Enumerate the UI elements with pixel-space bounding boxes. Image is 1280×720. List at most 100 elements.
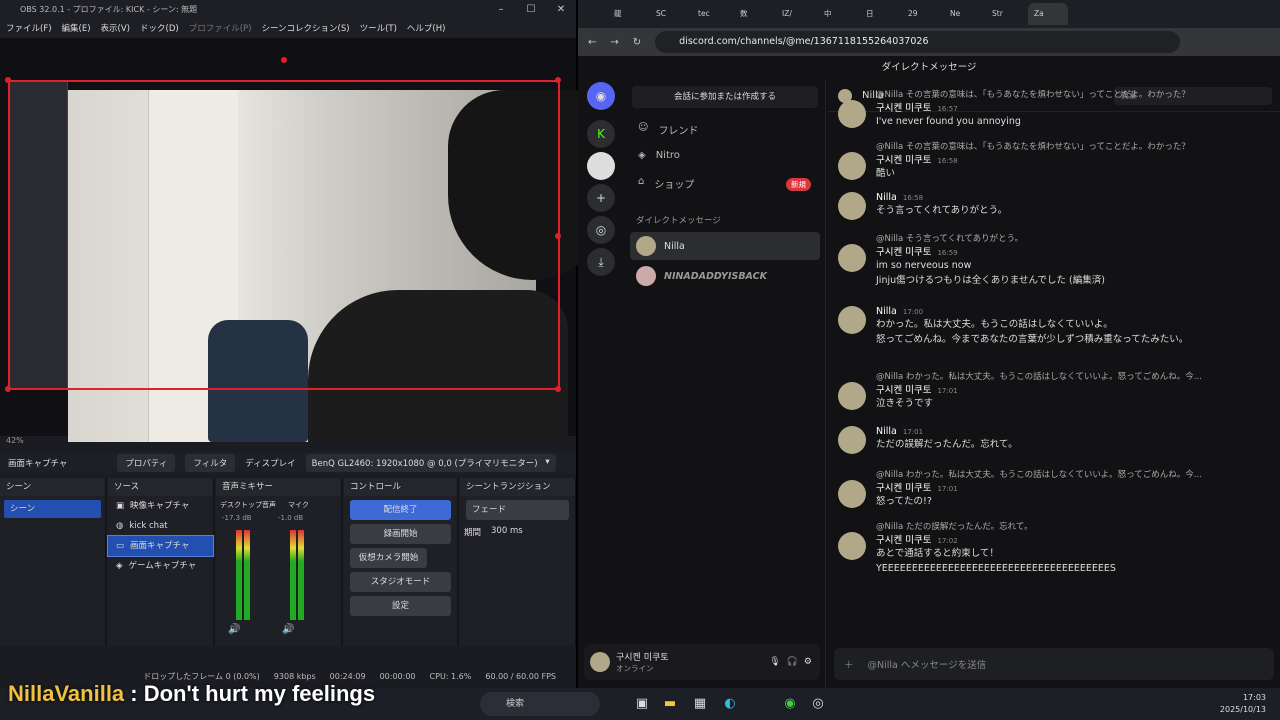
- find-conversation-button[interactable]: 会話に参加または作成する: [632, 86, 818, 108]
- forward-icon[interactable]: →: [610, 37, 618, 48]
- chat-message[interactable]: @Nilla ただの誤解だったんだ。忘れて。 구시켄 미쿠토 17:02 あとで通話す…: [838, 520, 1268, 576]
- edge-icon[interactable]: ◐: [720, 694, 740, 714]
- reply-preview[interactable]: @Nilla その言葉の意味は、「もうあなたを煩わせない」ってことだよ。わかった…: [838, 140, 1268, 152]
- chrome-icon[interactable]: ◉: [780, 694, 800, 714]
- download-icon[interactable]: ⤓: [587, 248, 615, 276]
- author-name[interactable]: Nilla: [876, 306, 897, 317]
- avatar[interactable]: [838, 152, 866, 180]
- avatar[interactable]: [838, 382, 866, 410]
- tab[interactable]: 数: [734, 3, 774, 25]
- chat-message[interactable]: Nilla 17:01 ただの誤解だったんだ。忘れて。: [838, 426, 1268, 454]
- tab[interactable]: 中: [818, 3, 858, 25]
- author-name[interactable]: 구시켄 미쿠토: [876, 480, 931, 494]
- duration-input[interactable]: 300 ms: [491, 526, 523, 538]
- speaker-icon[interactable]: 🔊: [282, 624, 294, 635]
- maximize-button[interactable]: ☐: [516, 0, 546, 20]
- menu-profile[interactable]: プロファイル(P): [189, 20, 252, 38]
- chat-message[interactable]: Nilla 17:00 わかった。私は大丈夫。もうこの話はしなくていいよ。 怒ってごめ…: [838, 306, 1268, 347]
- zoom-level[interactable]: 42%: [6, 436, 24, 445]
- author-name[interactable]: 구시켄 미쿠토: [876, 244, 931, 258]
- avatar[interactable]: [838, 306, 866, 334]
- rotate-handle[interactable]: [281, 57, 287, 63]
- source-item[interactable]: ◈ ゲームキャプチャ: [108, 556, 213, 576]
- url-input[interactable]: discord.com/channels/@me/136711815526403…: [655, 31, 1180, 53]
- resize-handle[interactable]: [5, 77, 11, 83]
- nav-nitro[interactable]: ◈ Nitro: [638, 150, 680, 161]
- tab[interactable]: Ne: [944, 3, 984, 25]
- resize-handle[interactable]: [555, 386, 561, 392]
- tab[interactable]: 29: [902, 3, 942, 25]
- reply-preview[interactable]: @Nilla わかった。私は大丈夫。もうこの話はしなくていいよ。怒ってごめんね。…: [838, 468, 1268, 480]
- chat-message[interactable]: @Nilla わかった。私は大丈夫。もうこの話はしなくていいよ。怒ってごめんね。…: [838, 370, 1268, 411]
- clock[interactable]: 17:03 2025/10/13: [1220, 692, 1266, 716]
- settings-button[interactable]: 設定: [350, 596, 451, 616]
- author-name[interactable]: 구시켄 미쿠토: [876, 382, 931, 396]
- kick-server-icon[interactable]: K: [587, 120, 615, 148]
- chat-message[interactable]: @Nilla その言葉の意味は、「もうあなたを煩わせない」ってことだよ。わかった…: [838, 88, 1268, 129]
- message-composer[interactable]: ＋ @Nilla へメッセージを送信: [834, 648, 1274, 680]
- properties-button[interactable]: プロパティ: [117, 454, 176, 472]
- display-select[interactable]: BenQ GL2460: 1920x1080 @ 0,0 (プライマリモニター)…: [305, 454, 556, 472]
- author-name[interactable]: 구시켄 미쿠토: [876, 152, 931, 166]
- menu-file[interactable]: ファイル(F): [6, 20, 52, 38]
- menu-docks[interactable]: ドック(D): [140, 20, 179, 38]
- resize-handle[interactable]: [555, 233, 561, 239]
- nav-friends[interactable]: ☺ フレンド: [638, 122, 698, 137]
- menu-view[interactable]: 表示(V): [101, 20, 130, 38]
- reply-preview[interactable]: @Nilla そう言ってくれてありがとう。: [838, 232, 1268, 244]
- server-avatar[interactable]: [587, 152, 615, 180]
- reply-preview[interactable]: @Nilla わかった。私は大丈夫。もうこの話はしなくていいよ。怒ってごめんね。…: [838, 370, 1268, 382]
- menu-tools[interactable]: ツール(T): [360, 20, 397, 38]
- avatar[interactable]: [838, 480, 866, 508]
- start-virtual-camera-button[interactable]: 仮想カメラ開始: [350, 548, 427, 568]
- chat-message[interactable]: Nilla 16:58 そう言ってくれてありがとう。: [838, 192, 1268, 220]
- studio-mode-button[interactable]: スタジオモード: [350, 572, 451, 592]
- discord-home-icon[interactable]: ◉: [587, 82, 615, 110]
- nav-shop[interactable]: ⌂ ショップ: [638, 176, 694, 191]
- avatar[interactable]: [838, 244, 866, 272]
- transition-select[interactable]: フェード: [466, 500, 569, 520]
- avatar[interactable]: [590, 652, 610, 672]
- minimize-button[interactable]: –: [486, 0, 516, 20]
- menu-scene-collection[interactable]: シーンコレクション(S): [261, 20, 349, 38]
- message-input[interactable]: @Nilla へメッセージを送信: [868, 657, 987, 671]
- dm-item[interactable]: NINADADDYISBACK: [630, 262, 820, 290]
- author-name[interactable]: 구시켄 미쿠토: [876, 100, 931, 114]
- obs-icon[interactable]: ◎: [808, 694, 828, 714]
- reply-preview[interactable]: @Nilla その言葉の意味は、「もうあなたを煩わせない」ってことだよ。わかった…: [838, 88, 1268, 100]
- tab[interactable]: 龍: [608, 3, 648, 25]
- tab[interactable]: IZ/: [776, 3, 816, 25]
- chat-message[interactable]: @Nilla わかった。私は大丈夫。もうこの話はしなくていいよ。怒ってごめんね。…: [838, 468, 1268, 509]
- menu-edit[interactable]: 編集(E): [62, 20, 91, 38]
- tab[interactable]: tec: [692, 3, 732, 25]
- task-view-icon[interactable]: ▣: [632, 694, 652, 714]
- explorer-icon[interactable]: ▬: [660, 694, 680, 714]
- menu-help[interactable]: ヘルプ(H): [407, 20, 446, 38]
- stop-streaming-button[interactable]: 配信終了: [350, 500, 451, 520]
- source-item[interactable]: ▭ 画面キャプチャ: [107, 535, 214, 557]
- tab[interactable]: 日: [860, 3, 900, 25]
- mic-icon[interactable]: 🎙: [769, 657, 780, 667]
- speaker-icon[interactable]: 🔊: [228, 624, 240, 635]
- selection-box[interactable]: [8, 80, 560, 390]
- source-item[interactable]: ▣ 映像キャプチャ: [108, 496, 213, 516]
- compass-icon[interactable]: ◎: [587, 216, 615, 244]
- chat-message[interactable]: @Nilla その言葉の意味は、「もうあなたを煩わせない」ってことだよ。わかった…: [838, 140, 1268, 181]
- avatar[interactable]: [838, 426, 866, 454]
- chat-message[interactable]: @Nilla そう言ってくれてありがとう。 구시켄 미쿠토 16:59 im so n…: [838, 232, 1268, 288]
- close-button[interactable]: ✕: [546, 0, 576, 20]
- user-info[interactable]: 구시켄 미쿠토 オンライン: [616, 650, 669, 674]
- resize-handle[interactable]: [5, 386, 11, 392]
- avatar[interactable]: [838, 100, 866, 128]
- add-server-icon[interactable]: +: [587, 184, 615, 212]
- avatar[interactable]: [838, 192, 866, 220]
- reply-preview[interactable]: @Nilla ただの誤解だったんだ。忘れて。: [838, 520, 1268, 532]
- scene-item[interactable]: シーン: [4, 500, 101, 518]
- filters-button[interactable]: フィルタ: [185, 454, 236, 472]
- reload-icon[interactable]: ↻: [633, 37, 641, 48]
- plus-icon[interactable]: ＋: [844, 657, 854, 671]
- source-item[interactable]: ◍ kick chat: [108, 516, 213, 536]
- author-name[interactable]: Nilla: [876, 192, 897, 203]
- dm-item[interactable]: Nilla: [630, 232, 820, 260]
- tab[interactable]: Str: [986, 3, 1026, 25]
